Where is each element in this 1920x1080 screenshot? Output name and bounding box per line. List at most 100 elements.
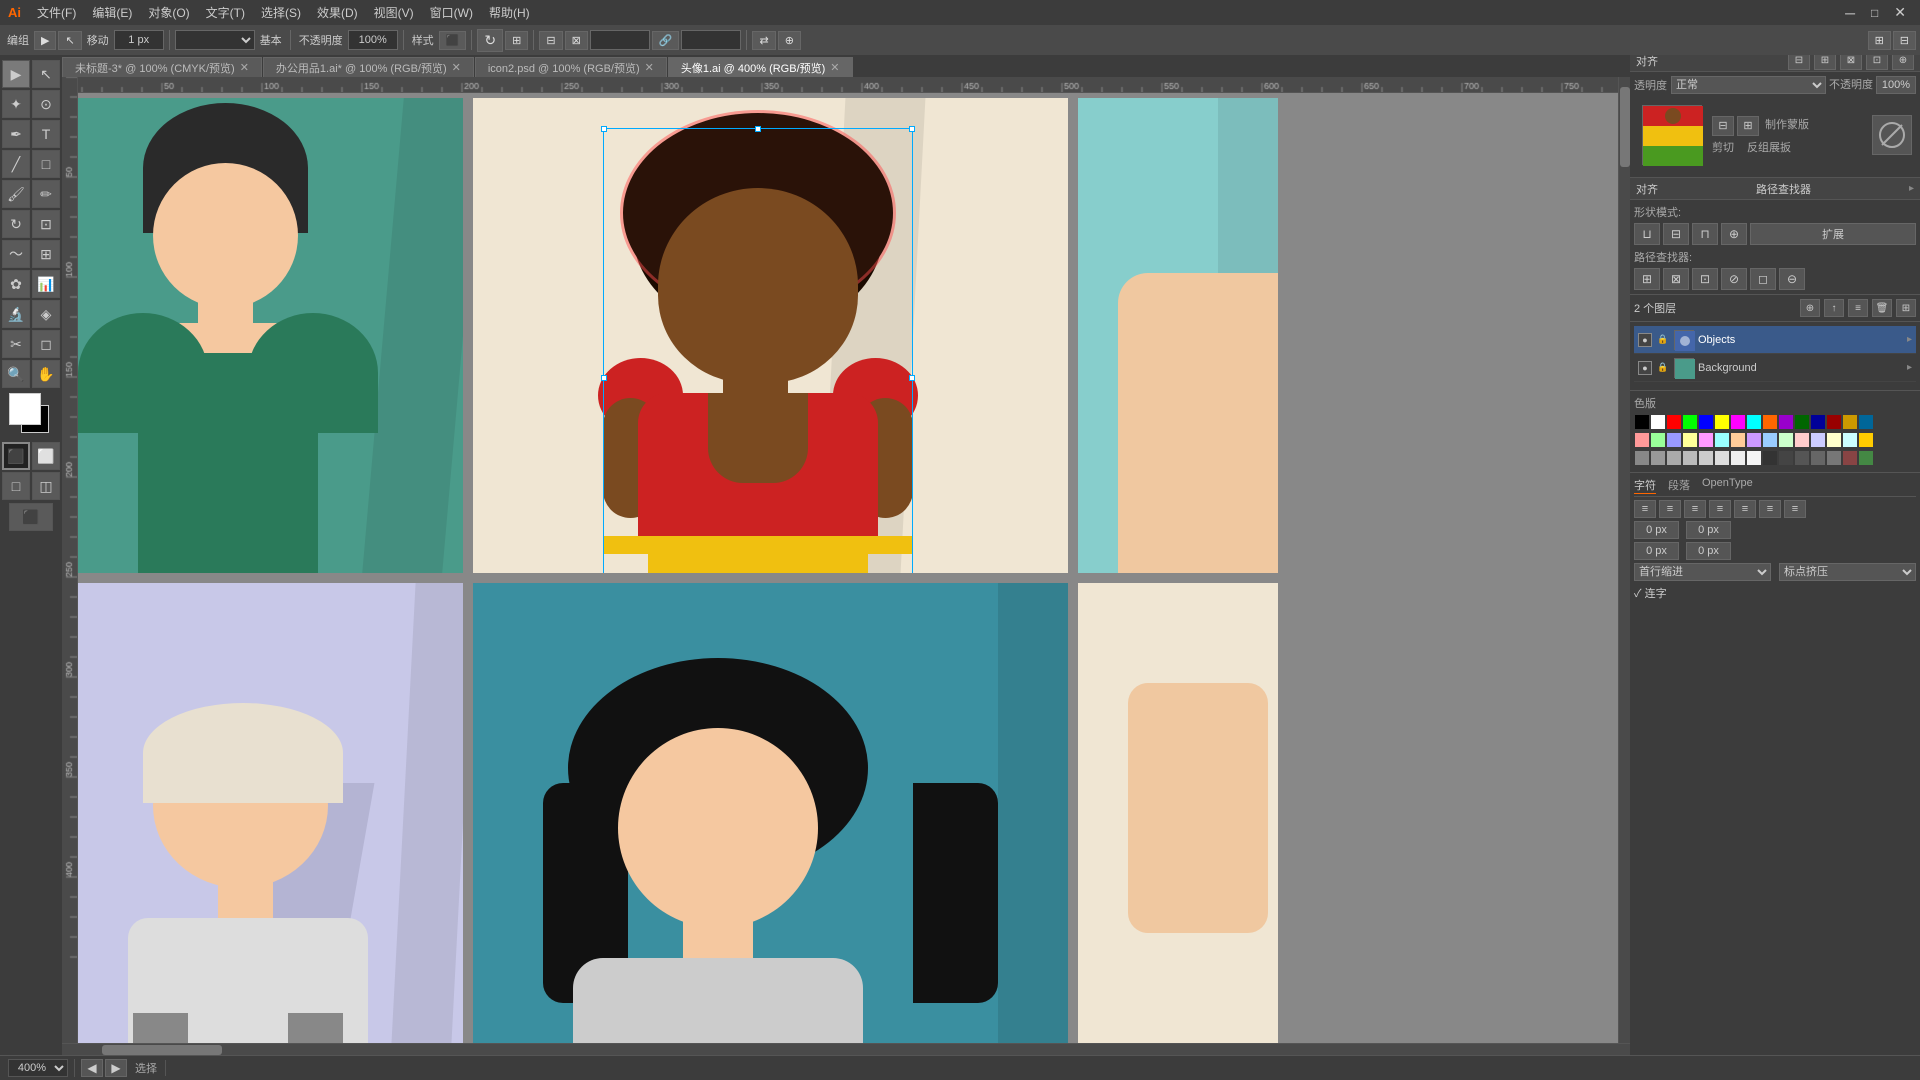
tab-0[interactable]: 未标题-3* @ 100% (CMYK/预览) ✕ — [62, 57, 262, 77]
menu-effect[interactable]: 效果(D) — [309, 4, 366, 21]
swatch[interactable] — [1715, 415, 1729, 429]
stroke-style-select[interactable] — [175, 30, 255, 50]
w-input[interactable] — [590, 30, 650, 50]
ligature-check[interactable]: ✓ 连字 — [1634, 588, 1667, 600]
swatch[interactable] — [1635, 415, 1649, 429]
scale-tool[interactable]: ⊡ — [32, 210, 60, 238]
swatch[interactable] — [1699, 451, 1713, 465]
extra-btn[interactable]: ⊞ — [1868, 31, 1891, 50]
divide-btn[interactable]: ⊞ — [1634, 268, 1660, 290]
new-layer-btn[interactable]: ⊞ — [1896, 299, 1916, 317]
indent-input[interactable] — [1634, 521, 1679, 539]
swatch[interactable] — [1683, 415, 1697, 429]
normal-mode[interactable]: □ — [2, 472, 30, 500]
layer-item-background[interactable]: ● 🔒 Background ▸ — [1634, 354, 1916, 382]
swatch[interactable] — [1859, 433, 1873, 447]
hscroll-thumb[interactable] — [102, 1045, 222, 1055]
swatch[interactable] — [1779, 415, 1793, 429]
blend-tool[interactable]: ◈ — [32, 300, 60, 328]
minimize-btn[interactable]: ─ — [1839, 5, 1861, 21]
no-effect-btn[interactable] — [1872, 115, 1912, 155]
swatch[interactable] — [1779, 451, 1793, 465]
clip-btn-1[interactable]: ⊟ — [1712, 116, 1734, 136]
outline-btn[interactable]: ◻ — [1750, 268, 1776, 290]
horizontal-scrollbar[interactable] — [62, 1043, 1630, 1055]
move-value[interactable] — [114, 30, 164, 50]
para-tab[interactable]: 段落 — [1668, 477, 1690, 494]
swatch[interactable] — [1795, 415, 1809, 429]
merge-btn[interactable]: ⊡ — [1692, 268, 1718, 290]
vertical-scrollbar[interactable] — [1618, 77, 1630, 1043]
pen-tool[interactable]: ✒ — [2, 120, 30, 148]
swatch[interactable] — [1747, 451, 1761, 465]
menu-file[interactable]: 文件(F) — [29, 4, 84, 21]
swatch[interactable] — [1683, 433, 1697, 447]
maximize-btn[interactable]: □ — [1865, 6, 1884, 20]
minus-back-btn[interactable]: ⊖ — [1779, 268, 1805, 290]
warp-tool[interactable]: 〜 — [2, 240, 30, 268]
style-btn[interactable]: ⬛ — [439, 31, 467, 50]
union-btn[interactable]: ⊔ — [1634, 223, 1660, 245]
align-btn[interactable]: ⊟ — [539, 31, 562, 50]
layer-options-btn[interactable]: ≡ — [1848, 299, 1868, 317]
swatch[interactable] — [1827, 451, 1841, 465]
close-btn[interactable]: ✕ — [1888, 4, 1912, 21]
justify-force-btn[interactable]: ≡ — [1734, 500, 1756, 518]
minus-front-btn[interactable]: ⊟ — [1663, 223, 1689, 245]
swatch[interactable] — [1843, 433, 1857, 447]
menu-help[interactable]: 帮助(H) — [481, 4, 538, 21]
swatch[interactable] — [1699, 415, 1713, 429]
swatch[interactable] — [1699, 433, 1713, 447]
punct-compress-select[interactable]: 标点挤压无 — [1779, 563, 1916, 581]
swatch[interactable] — [1715, 451, 1729, 465]
tab-close-1[interactable]: ✕ — [452, 61, 461, 74]
crop-btn[interactable]: ⊘ — [1721, 268, 1747, 290]
zoom-tool[interactable]: 🔍 — [2, 360, 30, 388]
fill-tool[interactable]: ⬛ — [2, 442, 30, 470]
new-sublayer-btn[interactable]: ⊕ — [1800, 299, 1820, 317]
swatch[interactable] — [1811, 415, 1825, 429]
canvas-area[interactable]: ✋ — [78, 93, 1630, 1055]
layer-eye-background[interactable]: ● — [1638, 361, 1652, 375]
refresh-btn[interactable]: ↻ — [477, 29, 503, 52]
swatch[interactable] — [1651, 451, 1665, 465]
justify-btn[interactable]: ≡ — [1709, 500, 1731, 518]
menu-text[interactable]: 文字(T) — [198, 4, 253, 21]
tab-close-0[interactable]: ✕ — [240, 61, 249, 74]
more-btn[interactable]: ⊕ — [778, 31, 801, 50]
layer-lock-objects[interactable]: 🔒 — [1656, 333, 1670, 347]
swatch[interactable] — [1715, 433, 1729, 447]
flip-h-btn[interactable]: ⇄ — [752, 31, 775, 50]
opentype-tab[interactable]: OpenType — [1702, 477, 1753, 494]
opacity-value-input[interactable] — [1876, 76, 1916, 94]
pathfinder-section-header[interactable]: 对齐 路径查找器 ▸ — [1630, 178, 1920, 200]
magic-wand-tool[interactable]: ✦ — [2, 90, 30, 118]
hand-tool[interactable]: ✋ — [32, 360, 60, 388]
swatch[interactable] — [1763, 451, 1777, 465]
text-tool[interactable]: T — [32, 120, 60, 148]
select-tool-btn[interactable]: ▶ — [34, 31, 56, 50]
menu-edit[interactable]: 编辑(E) — [84, 4, 140, 21]
swatch[interactable] — [1795, 451, 1809, 465]
rect-tool[interactable]: □ — [32, 150, 60, 178]
align-right-btn[interactable]: ≡ — [1684, 500, 1706, 518]
space-after-input[interactable] — [1686, 542, 1731, 560]
swatch[interactable] — [1731, 451, 1745, 465]
swatch[interactable] — [1763, 433, 1777, 447]
gradient-tool[interactable]: ⬜ — [32, 442, 60, 470]
arrange-btn[interactable]: ⊞ — [505, 31, 528, 50]
swatch[interactable] — [1763, 415, 1777, 429]
move-to-layer-btn[interactable]: ↑ — [1824, 299, 1844, 317]
space-before-input[interactable] — [1686, 521, 1731, 539]
distribute-btn[interactable]: ⊠ — [565, 31, 588, 50]
justify-force2-btn[interactable]: ≡ — [1784, 500, 1806, 518]
menu-object[interactable]: 对象(O) — [140, 4, 197, 21]
prev-artboard-btn[interactable]: ◀ — [81, 1059, 103, 1077]
menu-view[interactable]: 视图(V) — [366, 4, 422, 21]
swatch[interactable] — [1859, 415, 1873, 429]
h-input[interactable] — [681, 30, 741, 50]
align-center-btn[interactable]: ≡ — [1659, 500, 1681, 518]
tab-close-2[interactable]: ✕ — [645, 61, 654, 74]
tab-3[interactable]: 头像1.ai @ 400% (RGB/预览) ✕ — [668, 57, 853, 77]
align-left-btn[interactable]: ≡ — [1634, 500, 1656, 518]
